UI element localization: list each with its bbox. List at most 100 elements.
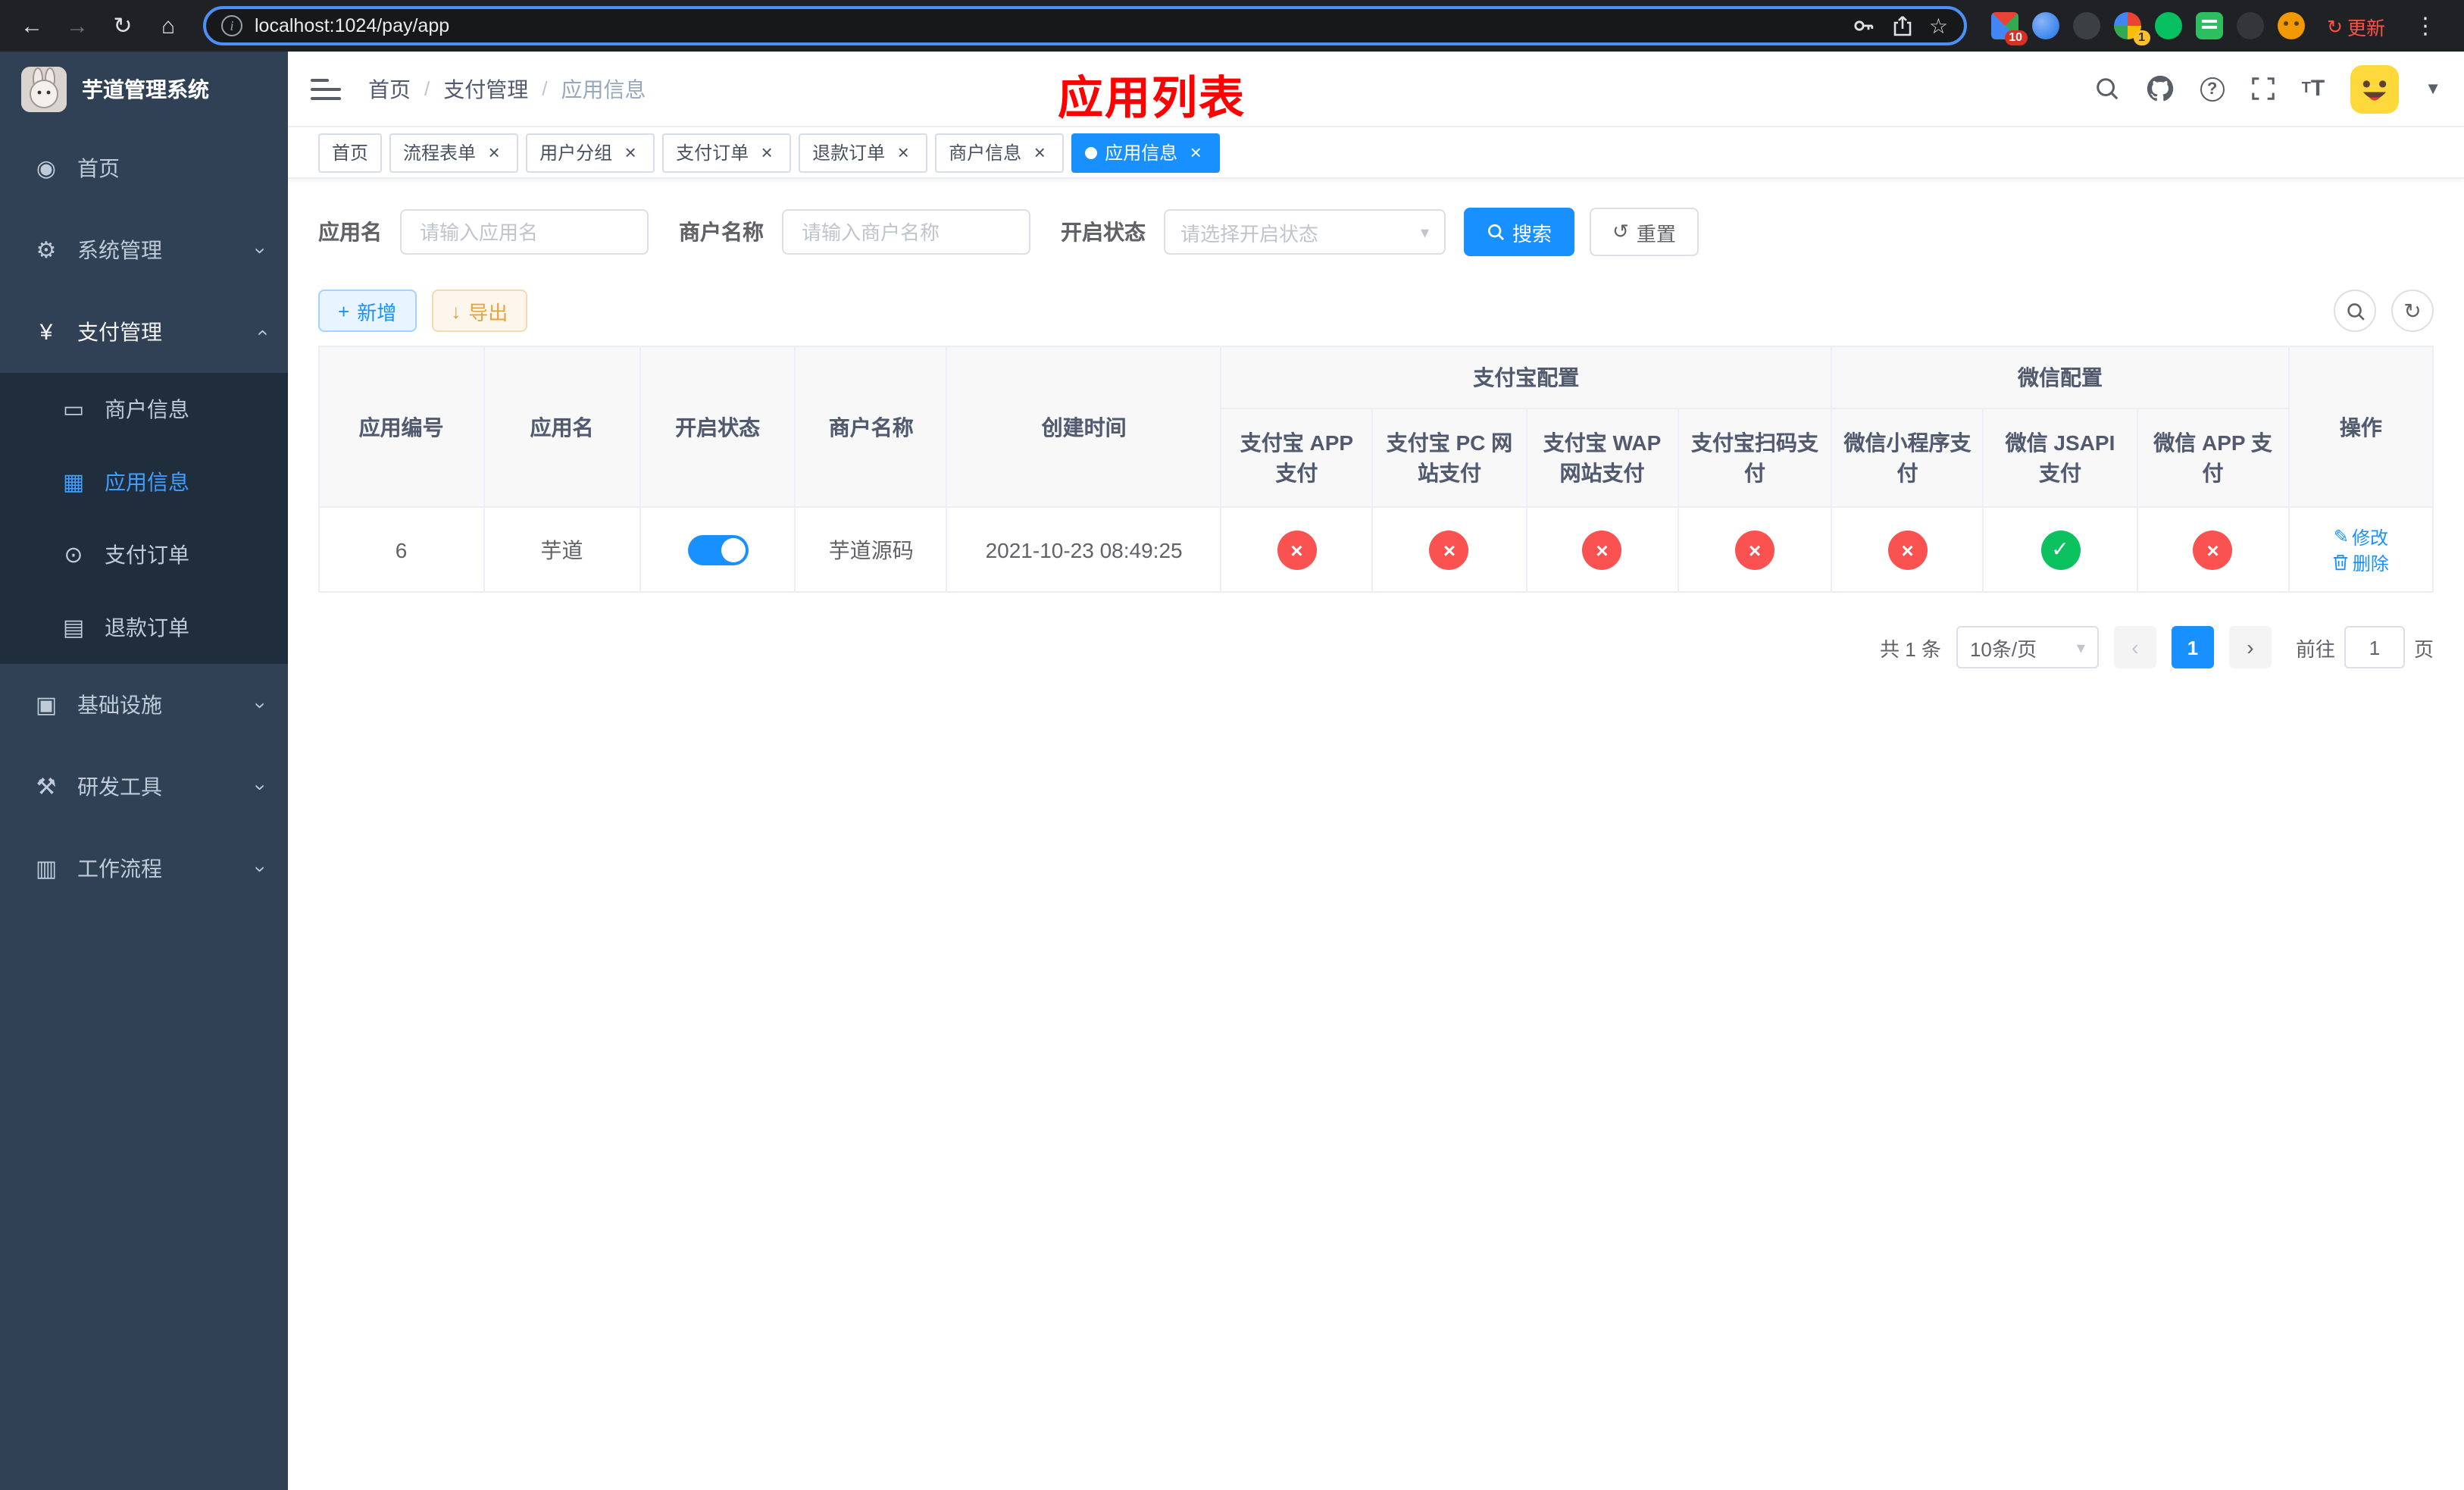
plus-icon: + <box>338 299 350 322</box>
sidebar-item-app-info[interactable]: ▦ 应用信息 <box>0 446 288 518</box>
prev-page-button[interactable]: ‹ <box>2113 626 2156 668</box>
sidebar-item-workflow[interactable]: ▥ 工作流程 › <box>0 828 288 909</box>
sidebar-item-infra[interactable]: ▣ 基础设施 › <box>0 664 288 746</box>
navbar-right: ? TT ▼ <box>2094 64 2441 113</box>
tab-close-icon[interactable]: × <box>893 142 914 163</box>
cell-actions: ✎ 修改 删除 <box>2287 506 2434 593</box>
fullscreen-icon[interactable] <box>2250 76 2276 102</box>
profile-avatar-icon[interactable]: 1 <box>2113 12 2150 45</box>
cell-app-id: 6 <box>318 506 485 593</box>
extensions-grid-icon[interactable]: 10 <box>1990 12 2027 45</box>
search-icon[interactable] <box>2094 76 2120 102</box>
sidebar-item-merchant-info[interactable]: ▭ 商户信息 <box>0 373 288 446</box>
workflow-icon: ▥ <box>35 856 58 882</box>
sidebar-item-payment[interactable]: ¥ 支付管理 › <box>0 291 288 373</box>
cell-app-name: 芋道 <box>483 506 641 593</box>
user-avatar[interactable] <box>2350 64 2400 113</box>
font-size-icon[interactable]: TT <box>2302 76 2325 102</box>
breadcrumb-payment[interactable]: 支付管理 <box>443 74 528 104</box>
add-button[interactable]: + 新增 <box>318 290 417 332</box>
chevron-down-icon: › <box>249 783 272 790</box>
select-caret-down-icon: ▾ <box>2076 639 2085 657</box>
forward-icon[interactable]: → <box>58 6 97 45</box>
share-icon[interactable] <box>1891 14 1914 38</box>
avatar-caret-down-icon[interactable]: ▼ <box>2425 80 2441 98</box>
sidebar-item-home[interactable]: ◉ 首页 <box>0 127 288 209</box>
table-toolbar: + 新增 ↓ 导出 ↻ <box>288 256 2464 332</box>
col-status: 开启状态 <box>639 346 796 508</box>
browser-menu-icon[interactable]: ⋮ <box>2408 12 2443 39</box>
back-icon[interactable]: ← <box>12 6 52 45</box>
page-size-select[interactable]: 10条/页 ▾ <box>1956 626 2099 668</box>
tab-process-form[interactable]: 流程表单 × <box>389 133 519 172</box>
merchant-name-input[interactable] <box>782 209 1030 255</box>
tags-view: 首页 流程表单 × 用户分组 × 支付订单 × 退款订单 × 商户信息 × 应用… <box>288 127 2464 179</box>
app-name-label: 应用名 <box>318 220 382 244</box>
tab-close-icon[interactable]: × <box>483 142 505 163</box>
goto-page-input[interactable] <box>2344 626 2405 668</box>
table-row: 6 芋道 芋道源码 2021-10-23 08:49:25 × × × × × <box>318 506 2434 593</box>
alipay-wap-status-icon: × <box>1582 530 1622 569</box>
toggle-search-button[interactable] <box>2334 290 2376 332</box>
merchant-name-label: 商户名称 <box>679 220 764 244</box>
status-select[interactable]: 请选择开启状态 ▾ <box>1164 209 1446 255</box>
info-icon[interactable]: i <box>221 15 242 36</box>
password-key-icon[interactable] <box>1852 14 1876 38</box>
export-button[interactable]: ↓ 导出 <box>431 290 528 332</box>
reset-button[interactable]: ↺ 重置 <box>1590 208 1699 256</box>
edit-link[interactable]: ✎ 修改 <box>2334 524 2388 549</box>
bookmark-star-icon[interactable]: ☆ <box>1929 13 1948 39</box>
search-icon <box>2347 302 2364 320</box>
tab-close-icon[interactable]: × <box>1185 142 1206 163</box>
current-page-button[interactable]: 1 <box>2171 626 2214 668</box>
col-app-id: 应用编号 <box>318 346 485 508</box>
sidebar-item-pay-order[interactable]: ⊙ 支付订单 <box>0 518 288 591</box>
tab-close-icon[interactable]: × <box>756 142 777 163</box>
ext-icon-green[interactable] <box>2154 12 2181 39</box>
sidebar-item-dev-tools[interactable]: ⚒ 研发工具 › <box>0 746 288 828</box>
app-title: 芋道管理系统 <box>82 77 209 102</box>
payment-submenu: ▭ 商户信息 ▦ 应用信息 ⊙ 支付订单 ▤ 退款订单 <box>0 373 288 664</box>
tab-close-icon[interactable]: × <box>620 142 641 163</box>
infra-icon: ▣ <box>35 693 58 718</box>
status-switch[interactable] <box>687 534 749 565</box>
tab-refund-order[interactable]: 退款订单 × <box>799 133 928 172</box>
sidebar-item-system[interactable]: ⚙ 系统管理 › <box>0 209 288 291</box>
tab-user-group[interactable]: 用户分组 × <box>526 133 655 172</box>
tab-app-info[interactable]: 应用信息 × <box>1071 133 1221 172</box>
goto-label: 前往 <box>2295 637 2335 660</box>
url-bar[interactable]: i localhost:1024/pay/app ☆ <box>203 6 1966 45</box>
ext-icon-note[interactable] <box>2195 12 2222 39</box>
next-page-button[interactable]: › <box>2228 626 2272 668</box>
app-logo <box>21 67 67 112</box>
search-button[interactable]: 搜索 <box>1464 208 1575 256</box>
ext-icon-pinwheel[interactable] <box>2236 12 2263 39</box>
active-tab-dot <box>1085 146 1098 158</box>
sidebar-collapse-icon[interactable] <box>311 72 344 105</box>
breadcrumb-current: 应用信息 <box>561 77 646 101</box>
ext-icon-dark[interactable] <box>2072 12 2100 39</box>
tab-pay-order[interactable]: 支付订单 × <box>662 133 792 172</box>
browser-update-button[interactable]: ↻ 更新 <box>2318 11 2394 40</box>
tab-close-icon[interactable]: × <box>1029 142 1050 163</box>
home-icon[interactable]: ⌂ <box>149 6 188 45</box>
app-name-input[interactable] <box>400 209 649 255</box>
breadcrumb-home[interactable]: 首页 <box>368 74 411 104</box>
sidebar-item-refund-order[interactable]: ▤ 退款订单 <box>0 591 288 664</box>
tab-merchant-info[interactable]: 商户信息 × <box>935 133 1065 172</box>
chevron-down-icon: › <box>249 701 272 709</box>
github-icon[interactable] <box>2146 74 2175 103</box>
wx-jsapi-status-icon: ✓ <box>2040 530 2081 569</box>
col-wx-mini: 微信小程序支付 <box>1831 407 1984 509</box>
tools-icon: ⚒ <box>36 775 57 800</box>
status-label: 开启状态 <box>1061 220 1146 244</box>
col-app-name: 应用名 <box>483 346 641 508</box>
delete-link[interactable]: 删除 <box>2333 549 2389 575</box>
reload-icon[interactable]: ↻ <box>103 6 142 45</box>
ext-icon-blue[interactable] <box>2031 12 2059 39</box>
tab-home[interactable]: 首页 <box>318 133 383 172</box>
ext-icon-face[interactable] <box>2277 12 2304 39</box>
refresh-button[interactable]: ↻ <box>2391 290 2434 332</box>
breadcrumb-separator: / <box>542 77 548 100</box>
help-icon[interactable]: ? <box>2200 77 2225 101</box>
